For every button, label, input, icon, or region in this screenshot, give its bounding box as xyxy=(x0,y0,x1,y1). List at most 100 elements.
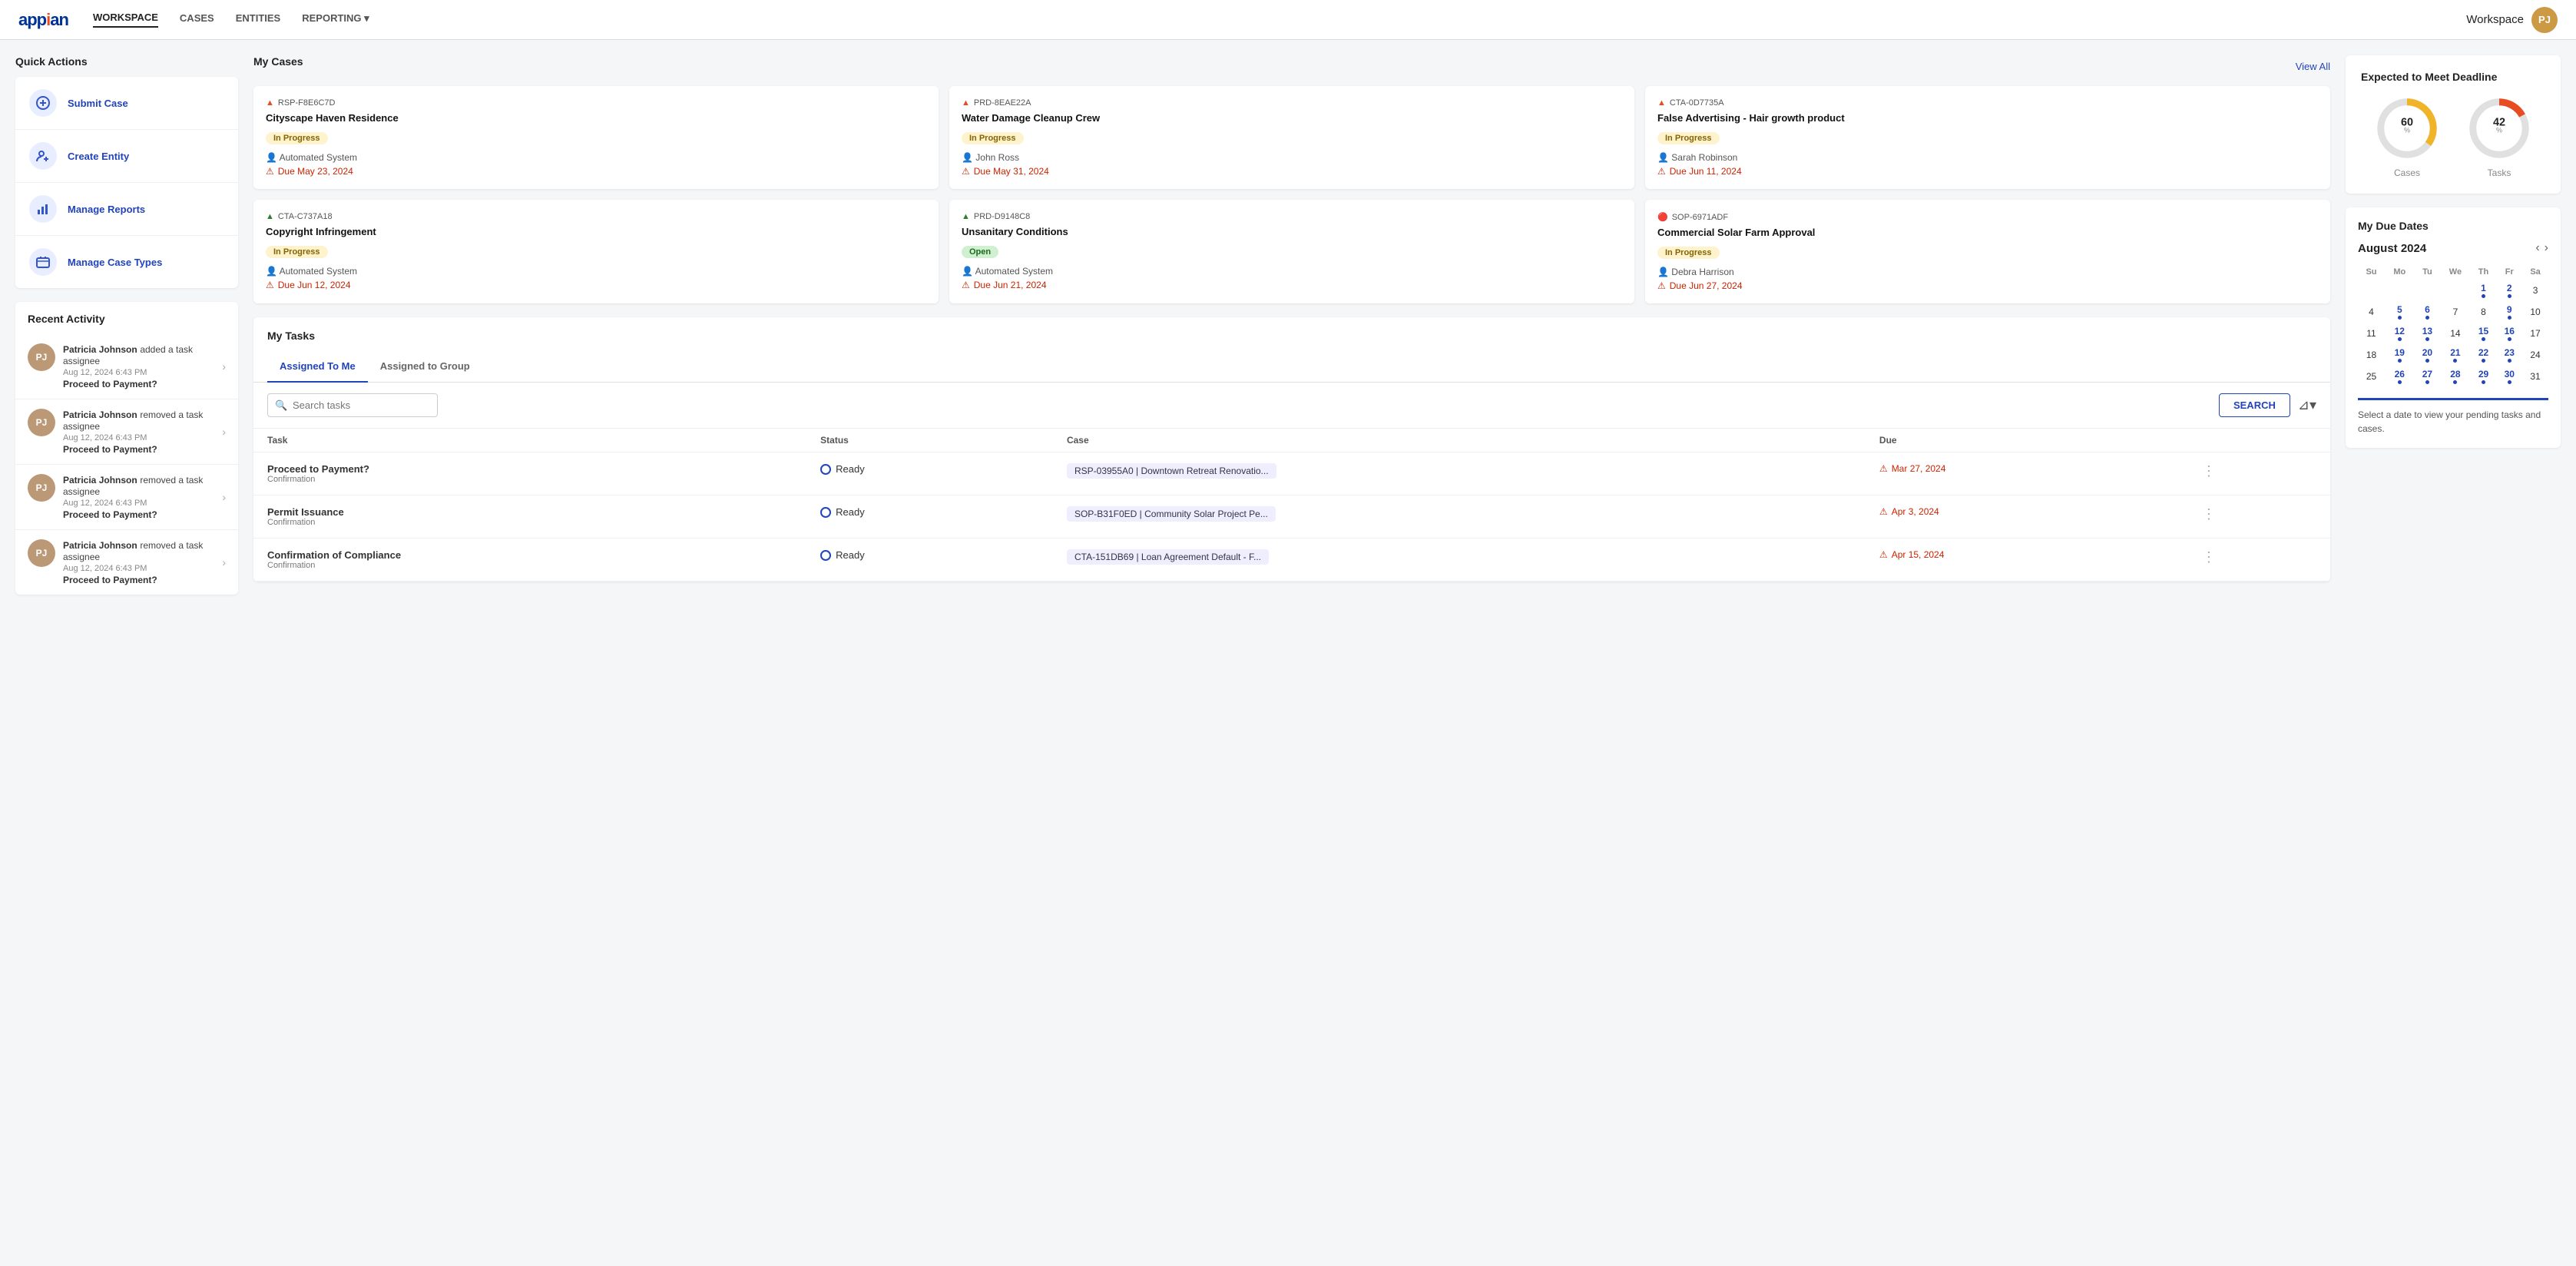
cases-donut: 60 % Cases xyxy=(2372,94,2442,178)
cal-event-day[interactable]: 21 xyxy=(2440,344,2470,366)
activity-link-0[interactable]: Proceed to Payment? xyxy=(63,379,214,389)
activity-name-1: Patricia Johnson xyxy=(63,409,137,420)
activity-item-2[interactable]: PJ Patricia Johnson removed a task assig… xyxy=(15,465,238,530)
activity-link-1[interactable]: Proceed to Payment? xyxy=(63,444,214,455)
more-options-button-1[interactable]: ⋮ xyxy=(2202,506,2216,522)
case-assignee-4: 👤 Automated System xyxy=(962,266,1622,277)
cal-day-we: We xyxy=(2440,264,2470,280)
cal-event-day[interactable]: 5 xyxy=(2385,301,2415,323)
cal-event-day[interactable]: 6 xyxy=(2415,301,2441,323)
manage-case-types-label: Manage Case Types xyxy=(68,257,162,268)
recent-activity-title: Recent Activity xyxy=(15,302,238,325)
my-cases-header: My Cases View All xyxy=(253,55,2330,77)
cal-event-day[interactable]: 26 xyxy=(2385,366,2415,387)
case-due-2: ⚠ Due Jun 11, 2024 xyxy=(1657,166,2318,177)
quick-actions-title: Quick Actions xyxy=(15,55,238,68)
case-assignee-1: 👤 John Ross xyxy=(962,152,1622,163)
cal-event-day[interactable]: 2 xyxy=(2496,280,2522,301)
activity-content-3: Patricia Johnson removed a task assignee… xyxy=(63,539,214,585)
qa-manage-reports[interactable]: Manage Reports xyxy=(15,183,238,236)
my-tasks-title: My Tasks xyxy=(267,330,2316,342)
tasks-donut-label: Tasks xyxy=(2488,167,2511,178)
search-button[interactable]: SEARCH xyxy=(2219,393,2290,417)
task-case-cell-2: CTA-151DB69 | Loan Agreement Default - F… xyxy=(1053,539,1866,582)
nav-reporting[interactable]: REPORTING ▾ xyxy=(302,12,369,28)
table-row: Permit Issuance Confirmation Ready SOP-B… xyxy=(253,495,2330,539)
cal-event-day[interactable]: 30 xyxy=(2496,366,2522,387)
submit-case-label: Submit Case xyxy=(68,98,128,109)
search-input[interactable] xyxy=(267,393,438,417)
task-status-cell-1: Ready xyxy=(806,495,1053,539)
col-due: Due xyxy=(1866,429,2188,452)
cal-event-day[interactable]: 19 xyxy=(2385,344,2415,366)
more-options-button-0[interactable]: ⋮ xyxy=(2202,463,2216,479)
search-icon: 🔍 xyxy=(275,399,287,412)
cal-day-cell: 4 xyxy=(2358,301,2385,323)
activity-time-1: Aug 12, 2024 6:43 PM xyxy=(63,433,214,442)
manage-case-types-icon xyxy=(29,248,57,276)
calendar-month: August 2024 xyxy=(2358,242,2426,255)
case-card-5[interactable]: 🔴 SOP-6971ADF Commercial Solar Farm Appr… xyxy=(1645,200,2330,303)
table-row: Proceed to Payment? Confirmation Ready R… xyxy=(253,452,2330,495)
case-assignee-5: 👤 Debra Harrison xyxy=(1657,267,2318,277)
qa-submit-case[interactable]: Submit Case xyxy=(15,77,238,130)
left-panel: Quick Actions Submit Case Create Entity … xyxy=(15,55,238,1266)
more-options-button-2[interactable]: ⋮ xyxy=(2202,549,2216,565)
filter-icon[interactable]: ⊿▾ xyxy=(2298,397,2316,413)
cal-event-day[interactable]: 23 xyxy=(2496,344,2522,366)
task-case-cell-0: RSP-03955A0 | Downtown Retreat Renovatio… xyxy=(1053,452,1866,495)
task-status-cell-0: Ready xyxy=(806,452,1053,495)
tab-assigned-to-me[interactable]: Assigned To Me xyxy=(267,351,368,383)
cal-event-day[interactable]: 12 xyxy=(2385,323,2415,344)
nav-workspace[interactable]: WORKSPACE xyxy=(93,12,158,28)
cal-event-day[interactable]: 22 xyxy=(2471,344,2497,366)
cal-event-day[interactable]: 29 xyxy=(2471,366,2497,387)
nav-links: WORKSPACE CASES ENTITIES REPORTING ▾ xyxy=(93,12,2466,28)
workspace-selector[interactable]: Workspace xyxy=(2466,13,2524,26)
activity-content-0: Patricia Johnson added a task assignee A… xyxy=(63,343,214,389)
case-card-1[interactable]: ▲ PRD-8EAE22A Water Damage Cleanup Crew … xyxy=(949,86,1634,189)
case-title-3: Copyright Infringement xyxy=(266,226,926,237)
submit-case-icon xyxy=(29,89,57,117)
tab-assigned-to-group[interactable]: Assigned to Group xyxy=(368,351,482,383)
cal-event-day[interactable]: 16 xyxy=(2496,323,2522,344)
qa-create-entity[interactable]: Create Entity xyxy=(15,130,238,183)
calendar-prev-button[interactable]: ‹ xyxy=(2535,241,2539,255)
case-card-2[interactable]: ▲ CTA-0D7735A False Advertising - Hair g… xyxy=(1645,86,2330,189)
nav-entities[interactable]: ENTITIES xyxy=(236,12,281,27)
cal-event-day[interactable]: 28 xyxy=(2440,366,2470,387)
activity-item-1[interactable]: PJ Patricia Johnson removed a task assig… xyxy=(15,399,238,465)
task-status-cell-2: Ready xyxy=(806,539,1053,582)
cal-event-day[interactable]: 27 xyxy=(2415,366,2441,387)
my-tasks-section: My Tasks Assigned To Me Assigned to Grou… xyxy=(253,317,2330,582)
activity-item-3[interactable]: PJ Patricia Johnson removed a task assig… xyxy=(15,530,238,595)
calendar-body: 1234567891011121314151617181920212223242… xyxy=(2358,280,2548,387)
activity-item-0[interactable]: PJ Patricia Johnson added a task assigne… xyxy=(15,334,238,399)
case-card-4[interactable]: ▲ PRD-D9148C8 Unsanitary Conditions Open… xyxy=(949,200,1634,303)
tasks-donut: 42 % Tasks xyxy=(2465,94,2534,178)
activity-avatar-3: PJ xyxy=(28,539,55,567)
app-logo[interactable]: appian xyxy=(18,10,68,30)
manage-reports-label: Manage Reports xyxy=(68,204,145,215)
activity-name-3: Patricia Johnson xyxy=(63,540,137,551)
cal-event-day[interactable]: 13 xyxy=(2415,323,2441,344)
user-avatar[interactable]: PJ xyxy=(2531,7,2558,33)
col-actions xyxy=(2188,429,2330,452)
cal-event-day[interactable]: 9 xyxy=(2496,301,2522,323)
activity-time-0: Aug 12, 2024 6:43 PM xyxy=(63,368,214,377)
cal-empty-cell xyxy=(2385,280,2415,301)
activity-link-3[interactable]: Proceed to Payment? xyxy=(63,575,214,585)
cal-event-day[interactable]: 20 xyxy=(2415,344,2441,366)
qa-manage-case-types[interactable]: Manage Case Types xyxy=(15,236,238,288)
case-card-0[interactable]: ▲ RSP-F8E6C7D Cityscape Haven Residence … xyxy=(253,86,939,189)
top-navigation: appian WORKSPACE CASES ENTITIES REPORTIN… xyxy=(0,0,2576,40)
nav-cases[interactable]: CASES xyxy=(180,12,214,27)
cal-event-day[interactable]: 1 xyxy=(2471,280,2497,301)
activity-link-2[interactable]: Proceed to Payment? xyxy=(63,509,214,520)
tasks-search-bar: 🔍 SEARCH ⊿▾ xyxy=(253,383,2330,429)
case-card-3[interactable]: ▲ CTA-C737A18 Copyright Infringement In … xyxy=(253,200,939,303)
calendar-next-button[interactable]: › xyxy=(2545,241,2548,255)
view-all-cases-link[interactable]: View All xyxy=(2296,61,2330,72)
cal-event-day[interactable]: 15 xyxy=(2471,323,2497,344)
case-due-4: ⚠ Due Jun 21, 2024 xyxy=(962,280,1622,290)
